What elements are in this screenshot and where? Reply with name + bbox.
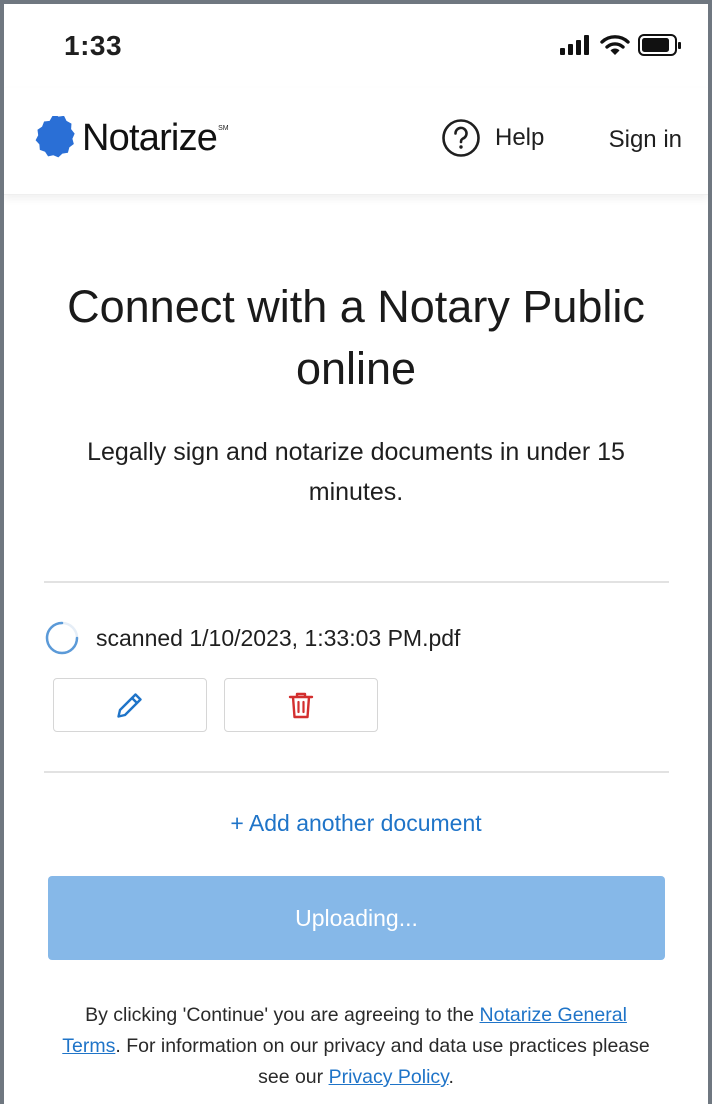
divider-bottom [44,771,669,773]
pencil-icon [117,693,142,718]
document-row: scanned 1/10/2023, 1:33:03 PM.pdf [44,620,460,656]
uploading-button[interactable]: Uploading... [48,876,665,960]
page-subtitle: Legally sign and notarize documents in u… [87,438,625,506]
app-header: Notarize SM Help Sign in [4,88,708,195]
page-title: Connect with a Notary Public online [67,281,645,394]
notarize-seal-icon [35,116,75,158]
status-bar: 1:33 [4,4,708,88]
terms-part-3: . [448,1066,454,1088]
notarize-logo[interactable]: Notarize SM [32,116,229,160]
help-link[interactable]: Help [441,118,544,158]
phone-screen: 1:33 Notarize SM Help Sign in Connect wi… [4,4,708,1104]
edit-document-button[interactable] [53,678,207,732]
status-icons [560,34,682,56]
trash-icon [288,692,314,719]
service-mark: SM [218,124,229,132]
loading-spinner-icon [45,621,79,655]
status-time: 1:33 [64,30,123,61]
battery-icon [638,34,681,56]
question-circle-icon [442,119,480,157]
divider-top [44,581,669,583]
privacy-policy-link[interactable]: Privacy Policy [329,1066,449,1088]
brand-name: Notarize [82,116,218,159]
add-another-document-link[interactable]: + Add another document [4,810,708,837]
cellular-signal-icon [560,35,589,55]
sign-in-link[interactable]: Sign in [609,126,682,154]
document-name: scanned 1/10/2023, 1:33:03 PM.pdf [96,624,461,651]
delete-document-button[interactable] [224,678,378,732]
wifi-icon [600,35,630,55]
terms-text: By clicking 'Continue' you are agreeing … [60,1000,652,1093]
help-label: Help [495,124,545,151]
terms-part-1: By clicking 'Continue' you are agreeing … [85,1004,480,1026]
